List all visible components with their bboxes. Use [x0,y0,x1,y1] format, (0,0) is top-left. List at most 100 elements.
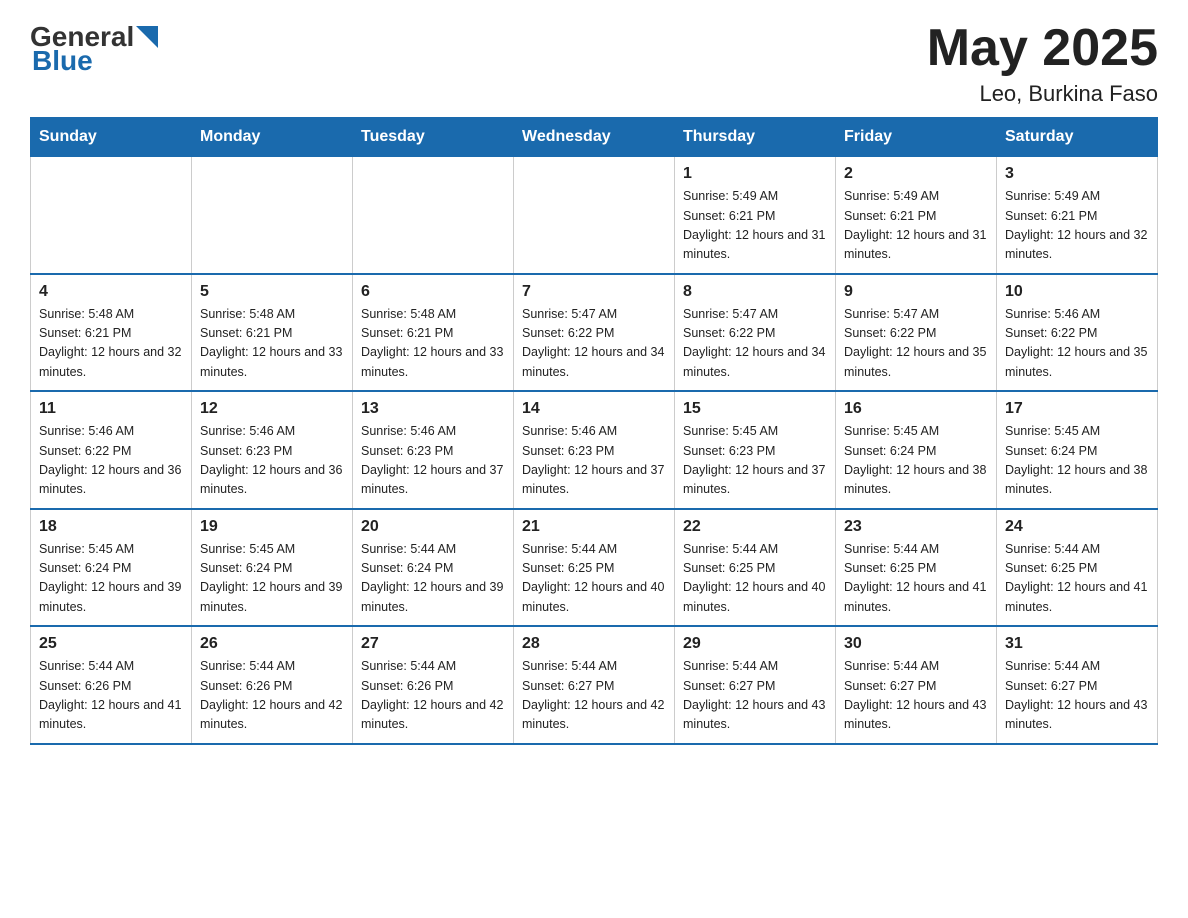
calendar-cell [31,157,192,274]
day-info: Sunrise: 5:44 AMSunset: 6:25 PMDaylight:… [1005,540,1149,618]
calendar-header-row: SundayMondayTuesdayWednesdayThursdayFrid… [31,118,1158,157]
day-number: 13 [361,400,505,418]
day-number: 29 [683,635,827,653]
calendar-cell: 7Sunrise: 5:47 AMSunset: 6:22 PMDaylight… [514,274,675,392]
day-number: 9 [844,283,988,301]
calendar-header-sunday: Sunday [31,118,192,157]
day-info: Sunrise: 5:46 AMSunset: 6:23 PMDaylight:… [361,422,505,500]
calendar-cell: 11 Sunrise: 5:46 AMSunset: 6:22 PMDayligh… [31,391,192,509]
calendar-cell: 6 Sunrise: 5:48 AMSunset: 6:21 PMDaylight… [353,274,514,392]
day-info: Sunrise: 5:44 AMSunset: 6:25 PMDaylight:… [522,540,666,618]
day-number: 27 [361,635,505,653]
day-number: 19 [200,518,344,536]
day-info: Sunrise: 5:47 AMSunset: 6:22 PMDaylight:… [522,305,666,383]
day-number: 16 [844,400,988,418]
calendar-cell: 27Sunrise: 5:44 AMSunset: 6:26 PMDayligh… [353,626,514,744]
day-info: Sunrise: 5:44 AMSunset: 6:26 PMDaylight:… [39,657,183,735]
calendar-table: SundayMondayTuesdayWednesdayThursdayFrid… [30,117,1158,745]
calendar-cell: 5 Sunrise: 5:48 AMSunset: 6:21 PMDaylight… [192,274,353,392]
calendar-week-row: 18 Sunrise: 5:45 AMSunset: 6:24 PMDayligh… [31,509,1158,627]
calendar-header-saturday: Saturday [997,118,1158,157]
calendar-cell: 8 Sunrise: 5:47 AMSunset: 6:22 PMDaylight… [675,274,836,392]
day-info: Sunrise: 5:45 AMSunset: 6:23 PMDaylight:… [683,422,827,500]
day-info: Sunrise: 5:47 AMSunset: 6:22 PMDaylight:… [844,305,988,383]
calendar-cell: 23 Sunrise: 5:44 AMSunset: 6:25 PMDayligh… [836,509,997,627]
calendar-cell: 29 Sunrise: 5:44 AMSunset: 6:27 PMDayligh… [675,626,836,744]
calendar-cell: 15 Sunrise: 5:45 AMSunset: 6:23 PMDayligh… [675,391,836,509]
day-info: Sunrise: 5:46 AMSunset: 6:22 PMDaylight:… [39,422,183,500]
day-info: Sunrise: 5:46 AMSunset: 6:23 PMDaylight:… [200,422,344,500]
calendar-cell: 4 Sunrise: 5:48 AMSunset: 6:21 PMDaylight… [31,274,192,392]
calendar-cell: 17Sunrise: 5:45 AMSunset: 6:24 PMDayligh… [997,391,1158,509]
day-info: Sunrise: 5:47 AMSunset: 6:22 PMDaylight:… [683,305,827,383]
day-number: 26 [200,635,344,653]
day-number: 31 [1005,635,1149,653]
day-number: 28 [522,635,666,653]
day-info: Sunrise: 5:45 AMSunset: 6:24 PMDaylight:… [200,540,344,618]
logo: General Blue [30,20,158,77]
day-number: 22 [683,518,827,536]
calendar-cell: 20 Sunrise: 5:44 AMSunset: 6:24 PMDayligh… [353,509,514,627]
day-info: Sunrise: 5:44 AMSunset: 6:25 PMDaylight:… [844,540,988,618]
calendar-header-wednesday: Wednesday [514,118,675,157]
calendar-header-tuesday: Tuesday [353,118,514,157]
day-number: 11 [39,400,183,418]
day-info: Sunrise: 5:45 AMSunset: 6:24 PMDaylight:… [1005,422,1149,500]
day-number: 23 [844,518,988,536]
day-info: Sunrise: 5:44 AMSunset: 6:24 PMDaylight:… [361,540,505,618]
day-info: Sunrise: 5:44 AMSunset: 6:27 PMDaylight:… [1005,657,1149,735]
day-number: 8 [683,283,827,301]
day-info: Sunrise: 5:44 AMSunset: 6:27 PMDaylight:… [683,657,827,735]
day-info: Sunrise: 5:46 AMSunset: 6:23 PMDaylight:… [522,422,666,500]
day-info: Sunrise: 5:49 AMSunset: 6:21 PMDaylight:… [1005,187,1149,265]
day-number: 6 [361,283,505,301]
calendar-cell [353,157,514,274]
day-info: Sunrise: 5:45 AMSunset: 6:24 PMDaylight:… [39,540,183,618]
calendar-cell: 3 Sunrise: 5:49 AMSunset: 6:21 PMDaylight… [997,157,1158,274]
calendar-cell: 12 Sunrise: 5:46 AMSunset: 6:23 PMDayligh… [192,391,353,509]
day-number: 30 [844,635,988,653]
day-info: Sunrise: 5:44 AMSunset: 6:26 PMDaylight:… [200,657,344,735]
page-header: General Blue May 2025 Leo, Burkina Faso [30,20,1158,107]
day-number: 14 [522,400,666,418]
day-number: 2 [844,165,988,183]
day-number: 5 [200,283,344,301]
day-info: Sunrise: 5:48 AMSunset: 6:21 PMDaylight:… [39,305,183,383]
calendar-cell: 21 Sunrise: 5:44 AMSunset: 6:25 PMDayligh… [514,509,675,627]
day-info: Sunrise: 5:48 AMSunset: 6:21 PMDaylight:… [361,305,505,383]
day-number: 12 [200,400,344,418]
day-number: 20 [361,518,505,536]
calendar-cell: 28Sunrise: 5:44 AMSunset: 6:27 PMDayligh… [514,626,675,744]
day-number: 1 [683,165,827,183]
day-info: Sunrise: 5:49 AMSunset: 6:21 PMDaylight:… [683,187,827,265]
calendar-cell: 2Sunrise: 5:49 AMSunset: 6:21 PMDaylight… [836,157,997,274]
calendar-cell: 16 Sunrise: 5:45 AMSunset: 6:24 PMDayligh… [836,391,997,509]
calendar-week-row: 4 Sunrise: 5:48 AMSunset: 6:21 PMDaylight… [31,274,1158,392]
calendar-header-thursday: Thursday [675,118,836,157]
day-info: Sunrise: 5:48 AMSunset: 6:21 PMDaylight:… [200,305,344,383]
calendar-cell: 9 Sunrise: 5:47 AMSunset: 6:22 PMDaylight… [836,274,997,392]
calendar-cell: 19 Sunrise: 5:45 AMSunset: 6:24 PMDayligh… [192,509,353,627]
calendar-header-friday: Friday [836,118,997,157]
calendar-cell: 13 Sunrise: 5:46 AMSunset: 6:23 PMDayligh… [353,391,514,509]
day-number: 15 [683,400,827,418]
calendar-cell: 14 Sunrise: 5:46 AMSunset: 6:23 PMDayligh… [514,391,675,509]
day-number: 25 [39,635,183,653]
day-info: Sunrise: 5:45 AMSunset: 6:24 PMDaylight:… [844,422,988,500]
day-number: 3 [1005,165,1149,183]
day-info: Sunrise: 5:46 AMSunset: 6:22 PMDaylight:… [1005,305,1149,383]
calendar-cell: 22Sunrise: 5:44 AMSunset: 6:25 PMDayligh… [675,509,836,627]
day-number: 18 [39,518,183,536]
title-block: May 2025 Leo, Burkina Faso [927,20,1158,107]
logo-triangle-icon [136,26,158,48]
calendar-cell [192,157,353,274]
day-number: 24 [1005,518,1149,536]
calendar-week-row: 11 Sunrise: 5:46 AMSunset: 6:22 PMDayligh… [31,391,1158,509]
calendar-cell: 1 Sunrise: 5:49 AMSunset: 6:21 PMDaylight… [675,157,836,274]
calendar-cell: 31 Sunrise: 5:44 AMSunset: 6:27 PMDayligh… [997,626,1158,744]
calendar-cell: 25 Sunrise: 5:44 AMSunset: 6:26 PMDayligh… [31,626,192,744]
day-number: 4 [39,283,183,301]
calendar-cell: 24 Sunrise: 5:44 AMSunset: 6:25 PMDayligh… [997,509,1158,627]
calendar-header-monday: Monday [192,118,353,157]
day-number: 21 [522,518,666,536]
